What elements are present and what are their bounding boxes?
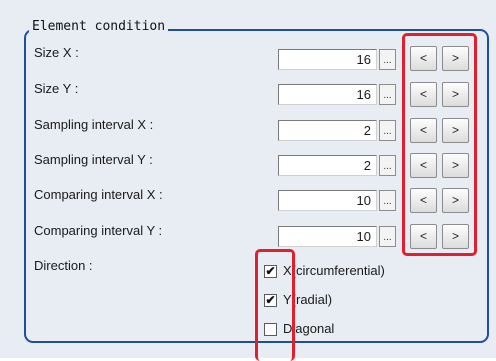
group-title: Element condition (29, 19, 169, 35)
comparing-interval-x-label: Comparing interval X : (34, 187, 163, 202)
size-x-input[interactable]: 16 (278, 49, 377, 70)
comparing-interval-x-input[interactable]: 10 (278, 190, 377, 211)
size-y-label: Size Y : (34, 81, 79, 96)
size-y-input[interactable]: 16 (278, 84, 377, 105)
x-circumferential-label[interactable]: X(circumferential) (283, 262, 385, 280)
comparing-interval-x-ellipsis-button[interactable]: ... (379, 190, 396, 211)
size-y-ellipsis-button[interactable]: ... (379, 84, 396, 105)
direction-checkboxes-highlight (255, 249, 295, 361)
direction-label: Direction : (34, 258, 93, 273)
sampling-interval-x-input[interactable]: 2 (278, 120, 377, 141)
sampling-interval-y-ellipsis-button[interactable]: ... (379, 155, 396, 176)
sampling-interval-y-label: Sampling interval Y : (34, 152, 153, 167)
sampling-interval-x-ellipsis-button[interactable]: ... (379, 120, 396, 141)
comparing-interval-y-ellipsis-button[interactable]: ... (379, 226, 396, 247)
size-x-ellipsis-button[interactable]: ... (379, 49, 396, 70)
sampling-interval-x-label: Sampling interval X : (34, 117, 154, 132)
element-condition-panel: Element condition Size X : 16 ... < > Si… (0, 0, 496, 361)
sampling-interval-y-input[interactable]: 2 (278, 155, 377, 176)
size-x-label: Size X : (34, 45, 79, 60)
step-buttons-highlight (402, 33, 477, 256)
comparing-interval-y-input[interactable]: 10 (278, 226, 377, 247)
comparing-interval-y-label: Comparing interval Y : (34, 223, 163, 238)
